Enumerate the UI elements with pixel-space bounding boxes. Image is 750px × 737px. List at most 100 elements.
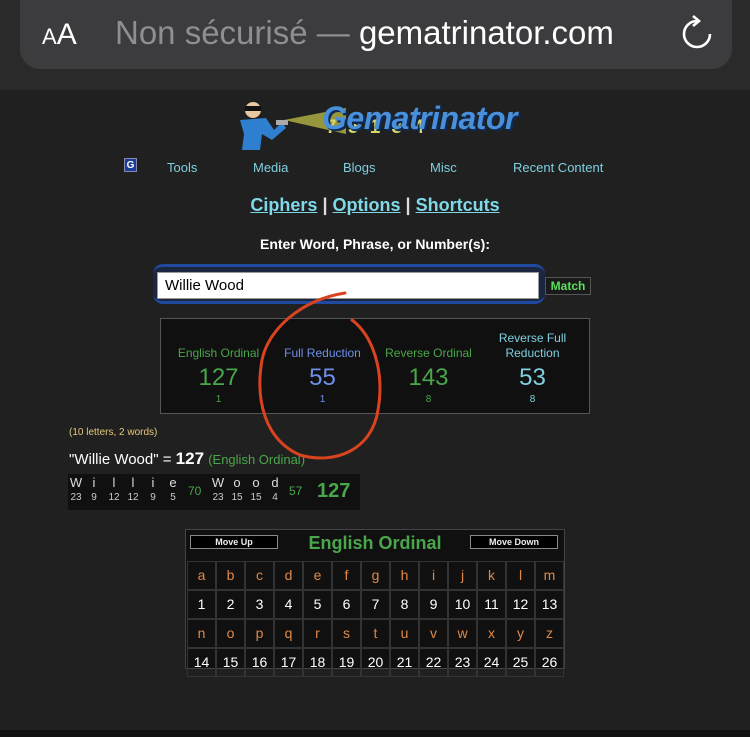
screen: { "browser": { "aa_small": "A", "aa_larg… — [0, 0, 750, 737]
phrase-input[interactable] — [157, 272, 539, 299]
letter-row: nopqrstuvwxyz — [187, 619, 564, 648]
chart-letter-cell: v — [419, 619, 448, 648]
word-sum: 70 — [188, 484, 202, 498]
chart-value-cell: 26 — [535, 648, 564, 677]
chart-letter-cell: x — [477, 619, 506, 648]
breakdown-letter: W 23 — [209, 474, 227, 505]
breakdown-char: o — [233, 475, 241, 490]
breakdown-value: 12 — [108, 492, 120, 503]
nav-blogs[interactable]: Blogs — [343, 160, 376, 175]
bottom-edge — [0, 730, 750, 737]
cipher-results-table: English Ordinal 127 1 Full Reduction 55 … — [160, 318, 590, 414]
chart-value-cell: 4 — [274, 590, 303, 619]
chart-value-cell: 5 — [303, 590, 332, 619]
breakdown-value: 15 — [231, 492, 243, 503]
chart-value-cell: 12 — [506, 590, 535, 619]
breakdown-letter: i9 — [146, 474, 160, 505]
cipher-reduced-value: 1 — [215, 394, 222, 405]
breakdown-value: 23 — [212, 492, 224, 503]
url-host: gematrinator.com — [358, 14, 614, 51]
chart-letter-cell: c — [245, 561, 274, 590]
cipher-reduced-value: 1 — [319, 394, 326, 405]
chart-value-cell: 13 — [535, 590, 564, 619]
word-sum: 57 — [289, 484, 303, 498]
cipher-value: 55 — [309, 364, 336, 391]
breakdown-letter: W 23 — [68, 474, 84, 505]
cipher-reverse-full-reduction[interactable]: Reverse Full Reduction 53 8 — [479, 319, 586, 415]
chart-letter-cell: t — [361, 619, 390, 648]
nav-recent-content[interactable]: Recent Content — [513, 160, 603, 175]
chart-value-cell: 16 — [245, 648, 274, 677]
letter-row: abcdefghijklm — [187, 561, 564, 590]
chart-letter-cell: i — [419, 561, 448, 590]
breakdown-char: e — [169, 475, 177, 490]
breakdown-letter: i9 — [87, 474, 101, 505]
options-link[interactable]: Options — [333, 195, 401, 215]
chart-letter-cell: n — [187, 619, 216, 648]
result-value: 127 — [175, 449, 205, 468]
value-row: 14 15 16 17 18 19 20 21 22 23 24 25 26 — [187, 648, 564, 677]
chart-letter-cell: l — [506, 561, 535, 590]
nav-media[interactable]: Media — [253, 160, 288, 175]
breakdown-value: 9 — [91, 492, 97, 503]
breakdown-value: 15 — [250, 492, 262, 503]
text-size-button[interactable]: AA — [42, 18, 77, 52]
breakdown-char: d — [271, 475, 279, 490]
cipher-value: 127 — [198, 364, 239, 391]
breakdown-char: l — [131, 475, 135, 490]
cipher-name: Reverse Full Reduction — [498, 331, 567, 360]
link-separator: | — [405, 195, 411, 215]
match-button[interactable]: Match — [545, 277, 591, 295]
chart-value-cell: 3 — [245, 590, 274, 619]
result-cipher-name: (English Ordinal) — [208, 452, 306, 467]
ciphers-link[interactable]: Ciphers — [250, 195, 317, 215]
chart-value-cell: 11 — [477, 590, 506, 619]
nav-misc[interactable]: Misc — [430, 160, 457, 175]
chart-value-cell: 24 — [477, 648, 506, 677]
nav-tools[interactable]: Tools — [167, 160, 197, 175]
shortcuts-link[interactable]: Shortcuts — [416, 195, 500, 215]
chart-letter-cell: s — [332, 619, 361, 648]
chart-letter-cell: h — [390, 561, 419, 590]
chart-letter-cell: o — [216, 619, 245, 648]
chart-letter-cell: m — [535, 561, 564, 590]
chart-value-cell: 23 — [448, 648, 477, 677]
url-security-label: Non sécurisé — — [115, 14, 359, 51]
breakdown-char: i — [151, 475, 155, 490]
link-separator: | — [322, 195, 328, 215]
reload-icon[interactable] — [680, 14, 714, 54]
url-text[interactable]: Non sécurisé — gematrinator.com — [115, 14, 614, 52]
breakdown-char: W — [211, 475, 225, 490]
chart-letter-cell: g — [361, 561, 390, 590]
breakdown-char: l — [112, 475, 116, 490]
cipher-english-ordinal[interactable]: English Ordinal 127 1 — [165, 319, 272, 415]
chart-letter-cell: p — [245, 619, 274, 648]
logo-title[interactable]: Gematrinator — [322, 100, 517, 137]
breakdown-value: 9 — [150, 492, 156, 503]
chart-letter-cell: b — [216, 561, 245, 590]
cipher-chart-grid: abcdefghijklm 1 2 3 4 5 6 7 8 9 10 11 12 13 nopqrstu… — [187, 561, 564, 677]
cipher-reverse-ordinal[interactable]: Reverse Ordinal 143 8 — [375, 319, 482, 415]
chart-value-cell: 18 — [303, 648, 332, 677]
address-bar[interactable]: AA Non sécurisé — gematrinator.com — [20, 0, 732, 69]
g-logo-icon[interactable]: G — [124, 158, 137, 172]
chart-letter-cell: q — [274, 619, 303, 648]
chart-value-cell: 25 — [506, 648, 535, 677]
chart-letter-cell: w — [448, 619, 477, 648]
breakdown-value: 12 — [127, 492, 139, 503]
cipher-name: Full Reduction — [284, 346, 361, 360]
breakdown-value: 5 — [170, 492, 176, 503]
chart-letter-cell: r — [303, 619, 332, 648]
chart-letter-cell: f — [332, 561, 361, 590]
chart-letter-cell: a — [187, 561, 216, 590]
input-prompt: Enter Word, Phrase, or Number(s): — [259, 236, 490, 252]
chart-value-cell: 1 — [187, 590, 216, 619]
chart-letter-cell: j — [448, 561, 477, 590]
breakdown-char: W — [69, 475, 83, 490]
breakdown-value: 23 — [70, 492, 82, 503]
chart-letter-cell: u — [390, 619, 419, 648]
cipher-name: Reverse Ordinal — [385, 346, 472, 360]
cipher-full-reduction[interactable]: Full Reduction 55 1 — [269, 319, 376, 415]
chart-value-cell: 7 — [361, 590, 390, 619]
letter-word-count: (10 letters, 2 words) — [69, 427, 158, 438]
